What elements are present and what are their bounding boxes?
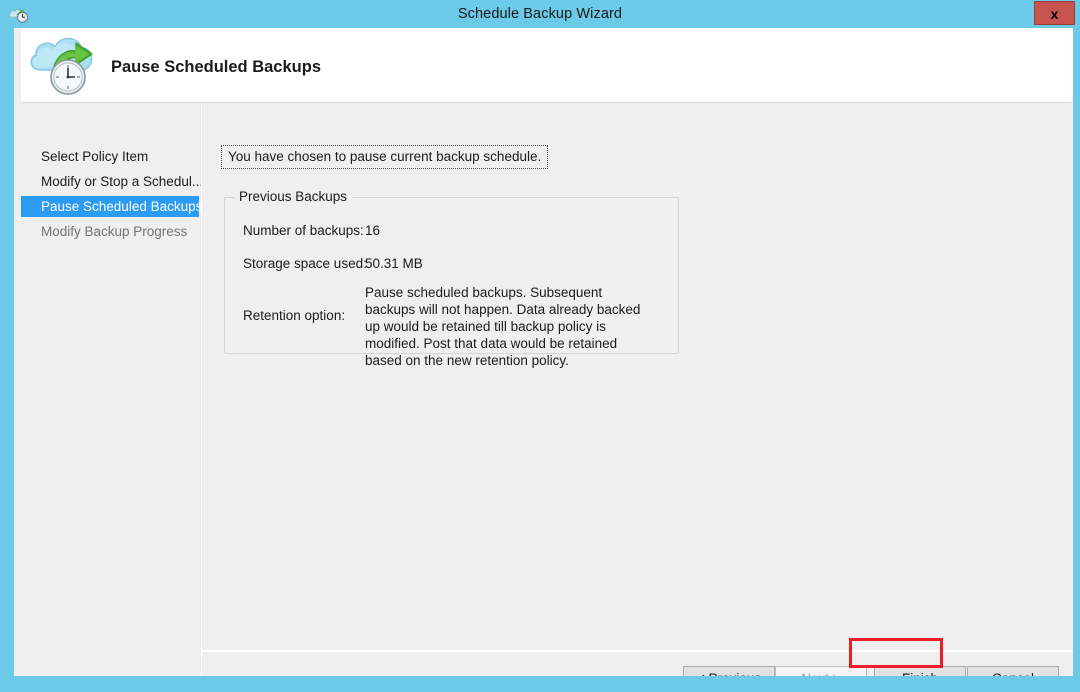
previous-button-prefix: < [697, 671, 709, 676]
retention-option-label: Retention option: [243, 308, 345, 323]
storage-space-used-value: 50.31 MB [365, 256, 423, 271]
close-icon[interactable]: x [1034, 1, 1075, 25]
wizard-sidebar: Select Policy Item Modify or Stop a Sche… [21, 104, 201, 619]
sidebar-item-pause-scheduled-backups[interactable]: Pause Scheduled Backups [21, 196, 199, 217]
schedule-backup-wizard-window: Schedule Backup Wizard x [0, 0, 1080, 692]
cancel-button-suffix: Cancel [992, 671, 1034, 676]
previous-button-accel: P [709, 671, 718, 676]
sidebar-item-select-policy-item[interactable]: Select Policy Item [21, 146, 199, 167]
finish-button[interactable]: Finish [874, 666, 966, 676]
sidebar-item-modify-or-stop-a-schedule[interactable]: Modify or Stop a Schedul... [21, 171, 199, 192]
previous-backups-groupbox: Previous Backups Number of backups: 16 S… [224, 197, 679, 354]
number-of-backups-label: Number of backups: [243, 223, 364, 238]
previous-button-suffix: revious [718, 671, 762, 676]
previous-button[interactable]: < Previous [683, 666, 775, 676]
number-of-backups-value: 16 [365, 223, 380, 238]
cancel-button[interactable]: Cancel [967, 666, 1059, 676]
window-client-inner: Pause Scheduled Backups Select Policy It… [21, 28, 1073, 676]
next-button: Next > [775, 666, 867, 676]
wizard-header: Pause Scheduled Backups [21, 28, 1073, 103]
next-button-accel: N [801, 671, 811, 676]
pause-notice-text: You have chosen to pause current backup … [221, 145, 548, 169]
wizard-footer: < Previous Next > Finish Cancel [202, 652, 1073, 676]
next-button-suffix: ext > [811, 671, 841, 676]
window-client-frame: Pause Scheduled Backups Select Policy It… [7, 28, 1073, 685]
page-title: Pause Scheduled Backups [111, 58, 321, 77]
storage-space-used-label: Storage space used: [243, 256, 367, 271]
cloud-upload-clock-icon [24, 32, 104, 98]
finish-button-suffix: inish [910, 671, 938, 676]
wizard-content: You have chosen to pause current backup … [202, 104, 1073, 650]
title-bar: Schedule Backup Wizard x [0, 0, 1080, 28]
sidebar-item-modify-backup-progress: Modify Backup Progress [21, 221, 199, 242]
window-title: Schedule Backup Wizard [0, 0, 1080, 28]
finish-button-accel: F [902, 671, 910, 676]
retention-option-value: Pause scheduled backups. Subsequent back… [365, 284, 655, 369]
groupbox-legend: Previous Backups [234, 189, 352, 204]
